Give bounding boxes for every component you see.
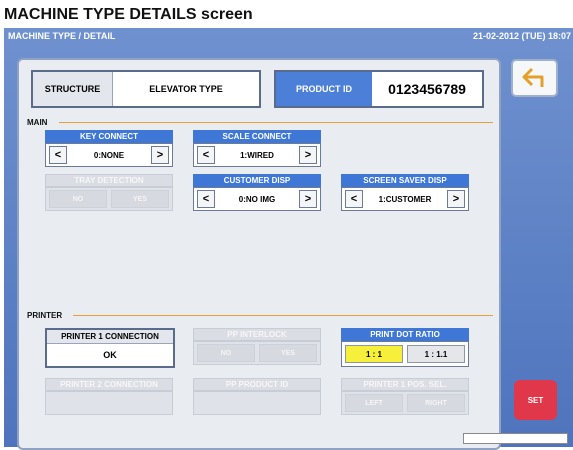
printer2-connection-label: PRINTER 2 CONNECTION [45,378,173,391]
product-id-value: 0123456789 [388,81,466,97]
pp-product-id-label: PP PRODUCT ID [193,378,321,391]
title-bar: MACHINE TYPE / DETAIL 21-02-2012 (TUE) 1… [4,28,573,45]
tray-detection-control: TRAY DETECTION NO YES [45,174,173,214]
screen-caption: MACHINE TYPE DETAILS screen [4,6,253,23]
printer1-pos-sel-control: PRINTER 1 POS. SEL. LEFT RIGHT [341,378,469,418]
customer-disp-value: 0:NO IMG [238,194,276,204]
key-connect-label: KEY CONNECT [45,130,173,143]
printer-divider [73,315,493,316]
print-dot-ratio-control: PRINT DOT RATIO 1 : 1 1 : 1.1 [341,328,469,368]
key-connect-value: 0:NONE [93,150,125,160]
customer-disp-next-button[interactable]: > [299,190,317,208]
customer-disp-label: CUSTOMER DISP [193,174,321,187]
scale-connect-control: SCALE CONNECT < 1:WIRED > [193,130,321,170]
main-divider [59,122,493,123]
key-connect-next-button[interactable]: > [151,146,169,164]
printer1-connection-value: OK [103,350,117,360]
pos-sel-right-button: RIGHT [407,394,465,412]
set-button[interactable]: SET [514,380,557,420]
scale-connect-label: SCALE CONNECT [193,130,321,143]
key-connect-prev-button[interactable]: < [49,146,67,164]
main-section-title: MAIN [27,118,48,127]
status-field [463,433,568,444]
scale-connect-value: 1:WIRED [240,150,274,160]
window-title: MACHINE TYPE / DETAIL [8,31,116,41]
product-id-field[interactable]: PRODUCT ID 0123456789 [274,70,484,108]
print-dot-ratio-label: PRINT DOT RATIO [341,328,469,341]
printer1-connection-field[interactable]: PRINTER 1 CONNECTION OK [45,328,175,368]
customer-disp-control: CUSTOMER DISP < 0:NO IMG > [193,174,321,214]
customer-disp-prev-button[interactable]: < [197,190,215,208]
datetime: 21-02-2012 (TUE) 18:07 [472,31,571,41]
screen-saver-disp-next-button[interactable]: > [447,190,465,208]
structure-field: STRUCTURE ELEVATOR TYPE [31,70,261,108]
tray-detection-yes-button: YES [111,190,169,208]
detail-panel: STRUCTURE ELEVATOR TYPE PRODUCT ID 01234… [17,58,501,450]
product-id-label: PRODUCT ID [276,72,372,106]
key-connect-control: KEY CONNECT < 0:NONE > [45,130,173,170]
printer1-connection-label: PRINTER 1 CONNECTION [47,330,173,344]
ratio-1-1-button[interactable]: 1 : 1 [345,345,403,363]
ratio-1-1.1-button[interactable]: 1 : 1.1 [407,345,465,363]
return-arrow-icon [522,67,543,87]
pos-sel-left-button: LEFT [345,394,403,412]
pp-interlock-yes-button: YES [259,344,317,362]
structure-label: STRUCTURE [33,72,113,106]
tray-detection-no-button: NO [49,190,107,208]
back-button[interactable] [511,59,558,97]
pp-interlock-control: PP INTERLOCK NO YES [193,328,321,368]
pp-product-id-control: PP PRODUCT ID [193,378,321,418]
screen-saver-disp-value: 1:CUSTOMER [378,194,432,204]
screen-saver-disp-label: SCREEN SAVER DISP [341,174,469,187]
machine-screen: MACHINE TYPE / DETAIL 21-02-2012 (TUE) 1… [4,28,573,450]
printer-section-title: PRINTER [27,311,63,320]
structure-value: ELEVATOR TYPE [149,84,223,94]
pp-interlock-label: PP INTERLOCK [193,328,321,341]
screen-saver-disp-control: SCREEN SAVER DISP < 1:CUSTOMER > [341,174,469,214]
pp-interlock-no-button: NO [197,344,255,362]
printer2-connection-control: PRINTER 2 CONNECTION [45,378,173,418]
tray-detection-label: TRAY DETECTION [45,174,173,187]
printer1-pos-sel-label: PRINTER 1 POS. SEL. [341,378,469,391]
scale-connect-prev-button[interactable]: < [197,146,215,164]
screen-saver-disp-prev-button[interactable]: < [345,190,363,208]
scale-connect-next-button[interactable]: > [299,146,317,164]
